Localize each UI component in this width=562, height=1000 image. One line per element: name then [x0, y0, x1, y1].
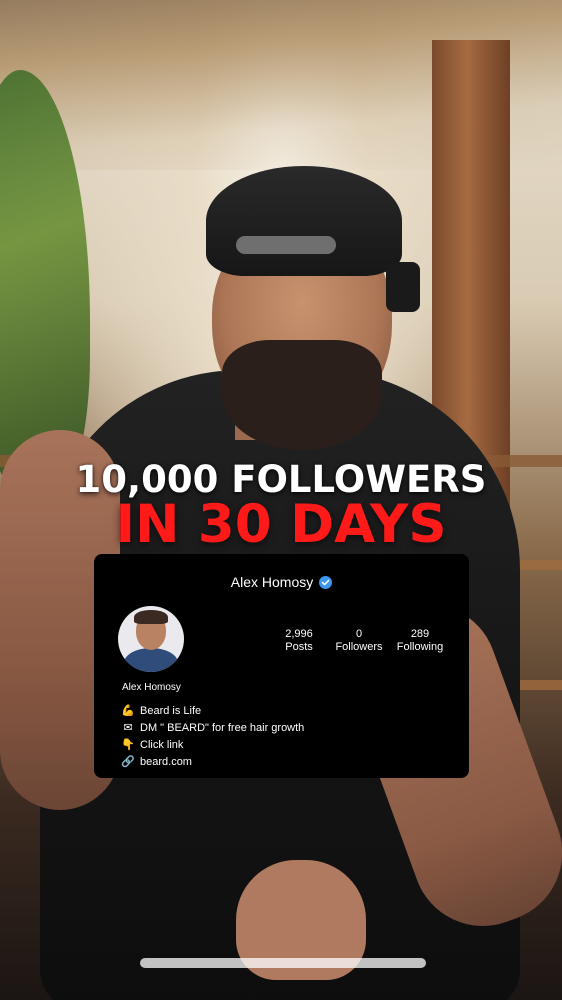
person-beard — [222, 340, 382, 450]
bio-link[interactable]: beard.com — [140, 756, 192, 768]
stat-posts[interactable]: 2,996 Posts — [270, 628, 328, 653]
stat-followers-value: 0 — [355, 628, 363, 640]
verified-badge-icon — [319, 575, 333, 589]
stat-posts-value: 2,996 — [285, 628, 313, 640]
profile-display-name: Alex Homosy — [122, 682, 181, 693]
profile-header: Alex Homosy — [94, 574, 469, 590]
bio-text: Click link — [140, 738, 184, 751]
avatar-body — [124, 648, 178, 672]
profile-username: Alex Homosy — [230, 574, 314, 590]
avatar-hair — [134, 610, 168, 624]
home-indicator[interactable] — [140, 958, 426, 968]
profile-bio: 💪 Beard is Life ✉ DM " BEARD" for free h… — [120, 702, 304, 770]
stat-following-label: Following — [396, 641, 444, 653]
lapel-microphone — [386, 262, 420, 312]
link-icon: 🔗 — [121, 756, 135, 768]
bio-link-line[interactable]: 🔗 beard.com — [120, 753, 304, 770]
avatar[interactable] — [118, 606, 184, 672]
cap-strap — [236, 236, 336, 254]
profile-stats: 2,996 Posts 0 Followers 289 Following — [274, 628, 450, 653]
stat-followers[interactable]: 0 Followers — [328, 628, 390, 653]
stat-following[interactable]: 289 Following — [390, 628, 450, 653]
bio-line: 💪 Beard is Life — [120, 702, 304, 719]
bio-line: 👇 Click link — [120, 736, 304, 753]
headline-line-2: IN 30 DAYS — [115, 494, 447, 555]
profile-card: Alex Homosy 2,996 Posts 0 Followers 289 — [94, 554, 469, 778]
bio-text: Beard is Life — [140, 704, 202, 717]
stat-posts-label: Posts — [285, 641, 313, 653]
video-frame: 10,000 FOLLOWERS IN 30 DAYS Alex Homosy … — [0, 0, 562, 1000]
stat-following-value: 289 — [410, 628, 430, 640]
bio-text: DM " BEARD" for free hair growth — [140, 721, 305, 734]
flexed-biceps-icon: 💪 — [121, 705, 135, 717]
bio-line: ✉ DM " BEARD" for free hair growth — [120, 719, 304, 736]
stat-followers-label: Followers — [335, 641, 383, 653]
backwards-cap — [206, 166, 402, 276]
pointing-down-icon: 👇 — [121, 739, 135, 751]
envelope-icon: ✉ — [123, 722, 133, 734]
